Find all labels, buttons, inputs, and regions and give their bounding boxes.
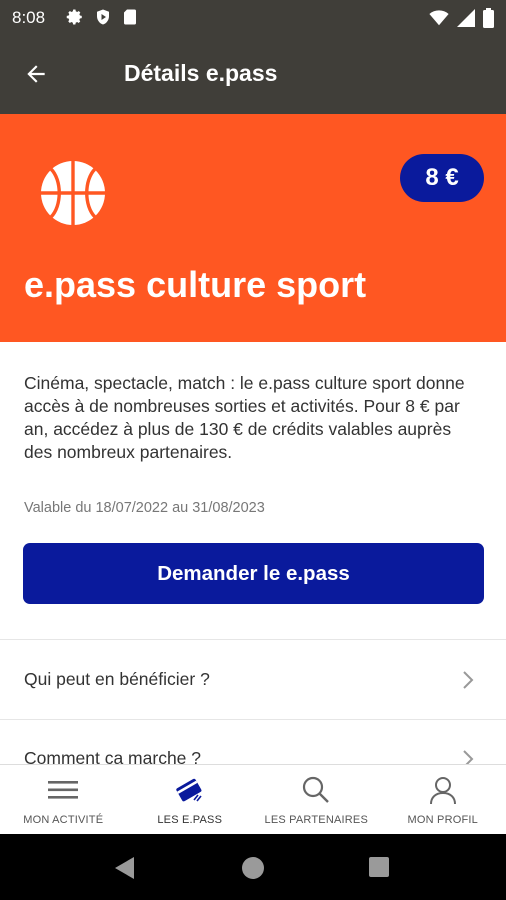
nav-my-profile[interactable]: MON PROFIL [380, 765, 506, 834]
accordion-label: Qui peut en bénéficier ? [24, 669, 210, 689]
back-button[interactable] [18, 58, 54, 94]
nav-label: LES E.PASS [157, 814, 223, 826]
divider [0, 639, 506, 640]
nav-label: MON PROFIL [407, 814, 478, 826]
nav-label: MON ACTIVITÉ [23, 814, 104, 826]
request-pass-button[interactable]: Demander le e.pass [23, 543, 484, 604]
accordion-who-can-benefit[interactable]: Qui peut en bénéficier ? [0, 641, 506, 719]
nav-my-activity[interactable]: MON ACTIVITÉ [0, 765, 127, 834]
pass-description: Cinéma, spectacle, match : le e.pass cul… [24, 373, 465, 462]
play-protect-icon [94, 8, 112, 31]
user-icon [426, 773, 460, 807]
status-time: 8:08 [12, 8, 46, 27]
system-recents-icon[interactable] [369, 857, 389, 877]
nav-label: LES PARTENAIRES [264, 814, 368, 826]
pass-title: e.pass culture sport [24, 264, 367, 305]
bottom-navigation: MON ACTIVITÉ LES E.PASS LES PARTENAIRES … [0, 764, 506, 834]
card-icon [173, 773, 207, 807]
system-home-icon[interactable] [242, 857, 264, 879]
nav-epass[interactable]: LES E.PASS [127, 765, 254, 834]
battery-icon [483, 8, 494, 33]
page-title: Détails e.pass [124, 60, 278, 86]
menu-icon [46, 773, 80, 807]
basketball-icon [38, 158, 108, 228]
nav-partners[interactable]: LES PARTENAIRES [253, 765, 380, 834]
validity-dates: Valable du 18/07/2022 au 31/08/2023 [24, 500, 265, 516]
arrow-left-icon [23, 61, 49, 92]
status-bar: 8:08 [0, 0, 506, 36]
system-navigation-bar [0, 834, 506, 900]
price-badge: 8 € [400, 154, 484, 202]
chevron-right-icon [462, 671, 474, 689]
system-back-icon[interactable] [114, 856, 136, 885]
hero-banner: 8 € e.pass culture sport [0, 114, 506, 342]
search-icon [299, 773, 333, 807]
gear-icon [66, 8, 84, 31]
sd-card-icon [122, 8, 138, 31]
signal-icon [457, 9, 475, 32]
wifi-icon [429, 10, 449, 31]
app-bar: Détails e.pass [0, 36, 506, 114]
